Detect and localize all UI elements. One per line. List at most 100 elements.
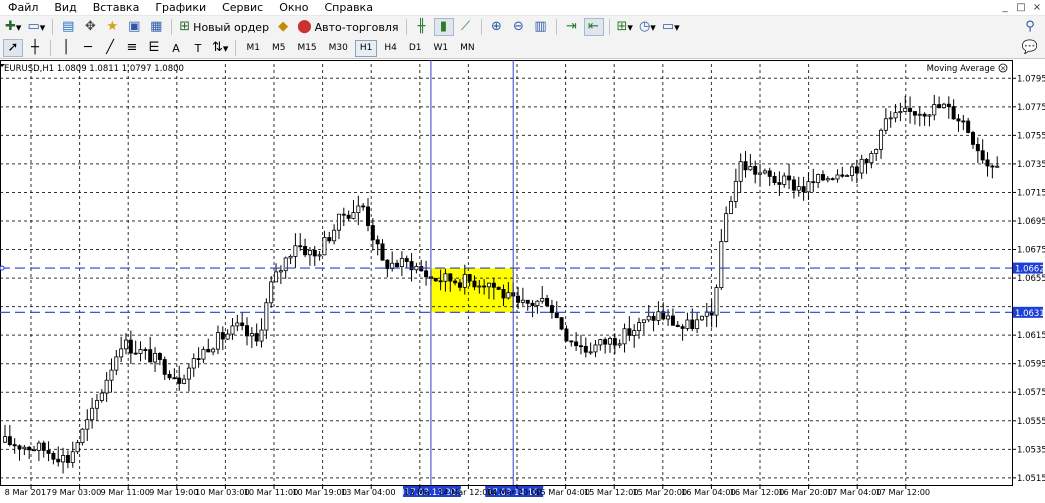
candle-body bbox=[220, 332, 225, 340]
chat-button[interactable]: 💬 bbox=[1020, 39, 1040, 57]
data-window-button[interactable]: ✥ bbox=[80, 18, 100, 36]
channel-icon: ≡ bbox=[126, 40, 138, 55]
tf-m30[interactable]: M30 bbox=[324, 40, 353, 57]
tf-w1[interactable]: W1 bbox=[429, 40, 454, 57]
time-tick-label: 10 Mar 11:00 bbox=[244, 487, 299, 497]
arrows-tool[interactable]: ⇅ ▾ bbox=[210, 39, 230, 57]
chart-window[interactable]: 2017.03.13 20:00 2017.03.14 10:00 1.0662 1.… bbox=[0, 60, 1045, 503]
candle-body bbox=[549, 305, 554, 313]
candle-body bbox=[888, 117, 893, 120]
tf-m5[interactable]: M5 bbox=[267, 40, 291, 57]
auto-scroll-button[interactable]: ⇥ bbox=[562, 18, 582, 36]
chart-shift-button[interactable]: ⇤ bbox=[583, 18, 604, 36]
candle-body bbox=[743, 161, 748, 171]
channel-tool[interactable]: ≡ bbox=[122, 39, 142, 57]
candle-body bbox=[738, 161, 743, 182]
candle-body bbox=[259, 329, 264, 342]
candle-body bbox=[453, 280, 458, 284]
candle-body bbox=[370, 225, 375, 241]
navigator-button[interactable]: ★ bbox=[102, 18, 122, 36]
candle-body bbox=[820, 174, 825, 181]
level-anchor-dot bbox=[0, 265, 5, 271]
candle-body bbox=[583, 345, 588, 353]
menu-file[interactable]: Файл bbox=[0, 0, 46, 16]
menu-bar: Файл Вид Вставка Графики Сервис Окно Спр… bbox=[0, 0, 1045, 16]
candle-body bbox=[186, 367, 191, 380]
minimize-button[interactable]: _ bbox=[997, 2, 1013, 13]
menu-insert[interactable]: Вставка bbox=[85, 0, 148, 16]
candle-body bbox=[520, 299, 525, 303]
tester-button[interactable]: ▦ bbox=[146, 18, 166, 36]
candle-body bbox=[637, 322, 642, 331]
price-chart[interactable]: 2017.03.13 20:00 2017.03.14 10:001.06621.… bbox=[0, 60, 1045, 503]
candle-body bbox=[612, 338, 617, 346]
candle-body bbox=[298, 245, 303, 248]
cursor-icon: ➚ bbox=[7, 40, 19, 55]
indicators-button[interactable]: ⊞ ▾ bbox=[615, 18, 635, 36]
candlestick-button[interactable]: ▮ bbox=[433, 18, 454, 36]
candle-body bbox=[90, 407, 95, 421]
candle-body bbox=[874, 148, 879, 154]
text-tool[interactable]: A bbox=[166, 39, 186, 57]
bar-chart-button[interactable]: ╫ bbox=[412, 18, 432, 36]
market-watch-button[interactable]: ▤ bbox=[58, 18, 78, 36]
trendline-icon: ╱ bbox=[106, 40, 114, 55]
candle-body bbox=[143, 349, 148, 351]
restore-button[interactable]: □ bbox=[1013, 2, 1029, 13]
zoom-out-button[interactable]: ⊖ bbox=[509, 18, 529, 36]
candle-body bbox=[840, 174, 845, 177]
terminal-button[interactable]: ▣ bbox=[124, 18, 144, 36]
candle-body bbox=[719, 241, 724, 288]
candle-body bbox=[467, 274, 472, 282]
tile-windows-button[interactable]: ▥ bbox=[531, 18, 551, 36]
line-studies-toolbar: ➚ ┼ │ ─ ╱ ≡ ⋿ A T ⇅ ▾ M1 M5 M15 M30 H1 H4… bbox=[0, 38, 1045, 59]
fibonacci-tool[interactable]: ⋿ bbox=[144, 39, 164, 57]
candle-body bbox=[869, 153, 874, 164]
crosshair-tool[interactable]: ┼ bbox=[25, 39, 45, 57]
candle-body bbox=[380, 243, 385, 261]
menu-tools[interactable]: Сервис bbox=[214, 0, 271, 16]
price-tick-label: 1.0595 bbox=[1017, 360, 1045, 370]
search-button[interactable]: ⚲ bbox=[1020, 18, 1040, 36]
vertical-line-tool[interactable]: │ bbox=[56, 39, 76, 57]
menu-view[interactable]: Вид bbox=[46, 0, 84, 16]
horizontal-line-tool[interactable]: ─ bbox=[78, 39, 98, 57]
time-tick-label: 15 Mar 12:00 bbox=[584, 487, 639, 497]
meta-editor-button[interactable]: ◆ bbox=[273, 18, 293, 36]
periods-button[interactable]: ◷ ▾ bbox=[637, 18, 658, 36]
tf-m1[interactable]: M1 bbox=[241, 40, 265, 57]
horizontal-line-icon: ─ bbox=[84, 40, 92, 55]
tester-icon: ▦ bbox=[150, 19, 163, 34]
cursor-tool[interactable]: ➚ bbox=[3, 39, 23, 57]
trendline-tool[interactable]: ╱ bbox=[100, 39, 120, 57]
tf-m15[interactable]: M15 bbox=[292, 40, 321, 57]
price-tick-label: 1.0695 bbox=[1017, 217, 1045, 227]
indicator-label: Moving Average bbox=[927, 64, 995, 74]
candle-body bbox=[22, 446, 27, 450]
templates-button[interactable]: ▭ ▾ bbox=[660, 18, 682, 36]
candle-body bbox=[758, 172, 763, 175]
crosshair-icon: ┼ bbox=[31, 40, 39, 55]
candle-body bbox=[680, 326, 685, 329]
autotrading-button[interactable]: ⬤ Авто-торговля bbox=[295, 18, 400, 36]
candle-body bbox=[990, 165, 995, 168]
new-chart-button[interactable]: ✚ ▾ bbox=[3, 18, 23, 36]
profiles-button[interactable]: ▭ ▾ bbox=[25, 18, 47, 36]
menu-window[interactable]: Окно bbox=[271, 0, 316, 16]
candle-body bbox=[196, 358, 201, 361]
new-order-button[interactable]: ⊞ Новый ордер bbox=[177, 18, 271, 36]
label-tool[interactable]: T bbox=[188, 39, 208, 57]
candle-body bbox=[729, 201, 734, 215]
candle-body bbox=[162, 359, 167, 375]
tf-d1[interactable]: D1 bbox=[404, 40, 427, 57]
tf-h1[interactable]: H1 bbox=[354, 39, 378, 57]
tf-h4[interactable]: H4 bbox=[379, 40, 402, 57]
menu-help[interactable]: Справка bbox=[316, 0, 380, 16]
menu-charts[interactable]: Графики bbox=[147, 0, 214, 16]
tf-mn[interactable]: MN bbox=[455, 40, 480, 57]
line-chart-button[interactable]: ⟋ bbox=[456, 18, 476, 36]
zoom-in-button[interactable]: ⊕ bbox=[487, 18, 507, 36]
close-button[interactable]: × bbox=[1029, 2, 1045, 13]
candle-body bbox=[845, 175, 850, 177]
candle-body bbox=[172, 377, 177, 380]
